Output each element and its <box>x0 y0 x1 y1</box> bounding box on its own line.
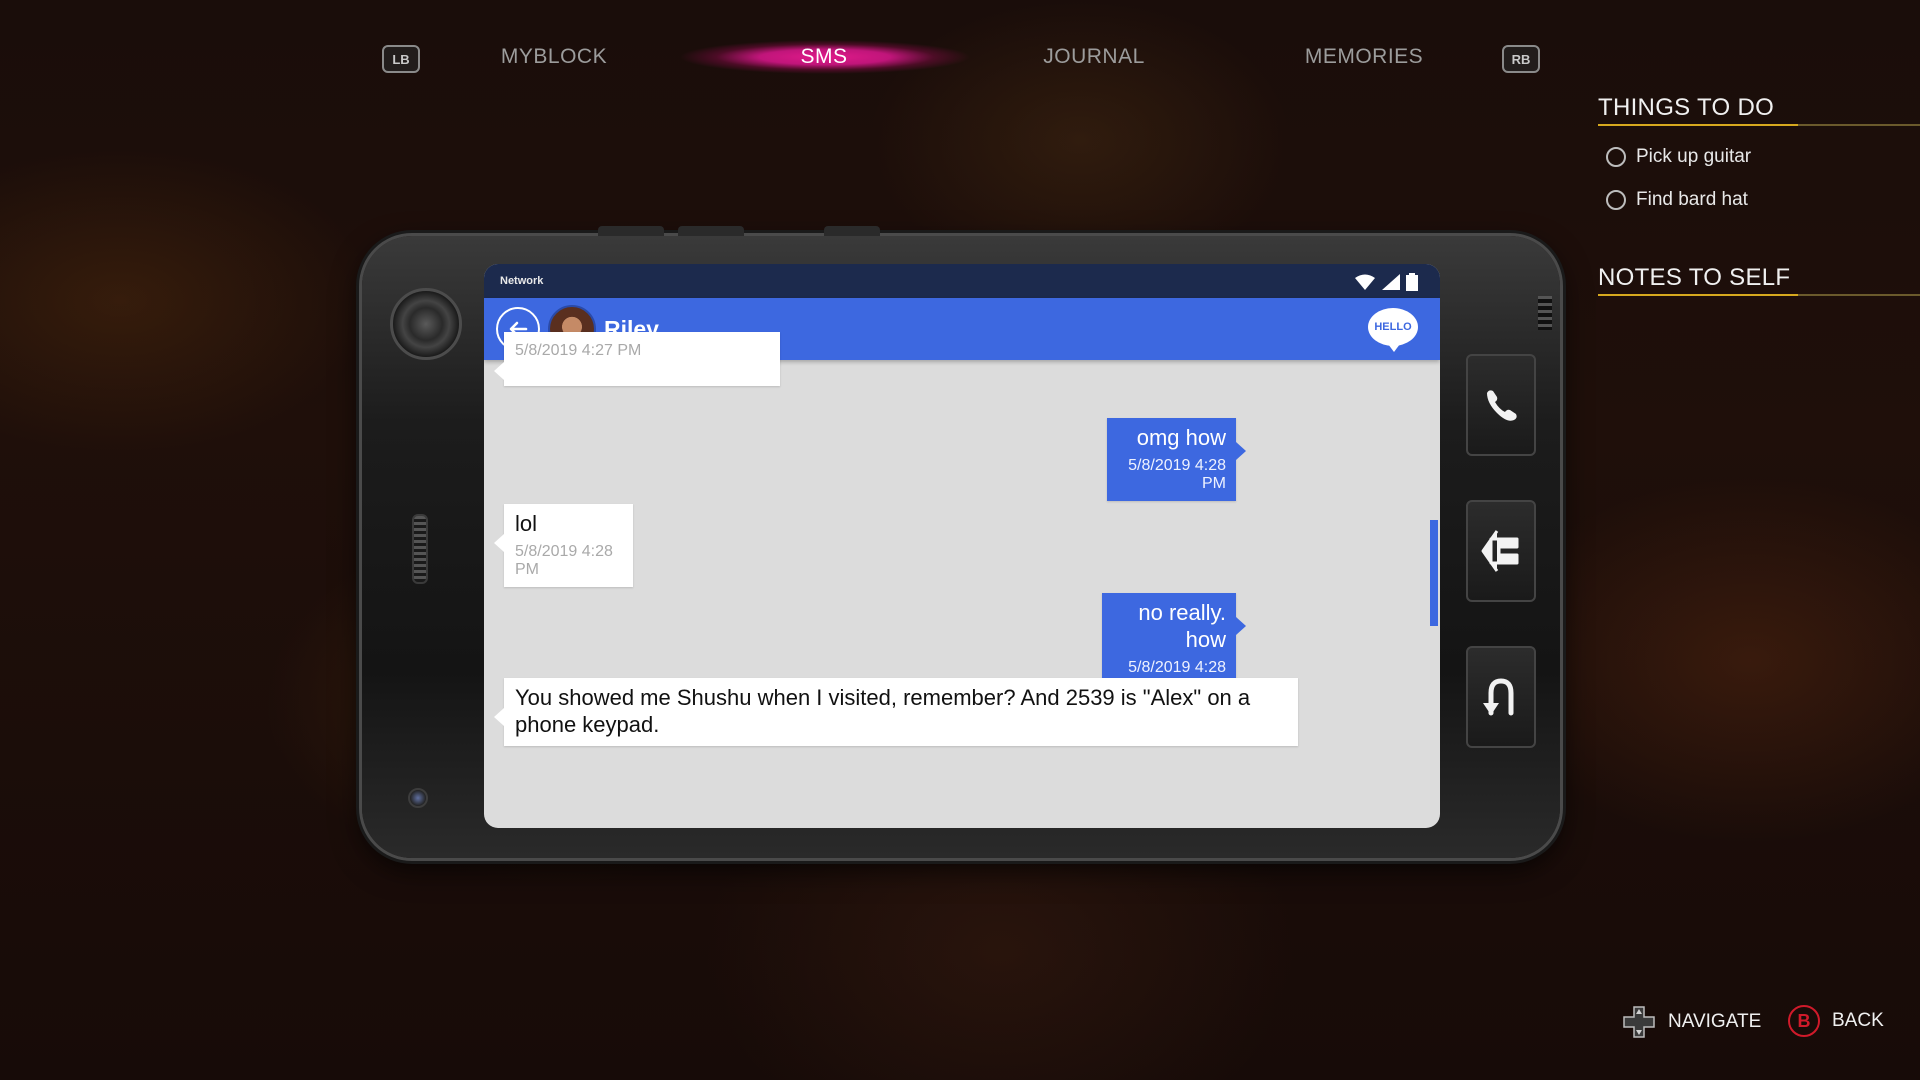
message-incoming: lol 5/8/2019 4:28 PM <box>494 504 633 587</box>
status-bar: Network <box>484 264 1440 298</box>
hello-badge-button[interactable]: HELLO <box>1368 308 1418 352</box>
message-outgoing: omg how 5/8/2019 4:28 PM <box>1107 418 1246 501</box>
rb-bumper-hint[interactable]: RB <box>1502 45 1540 73</box>
message-timestamp: 5/8/2019 4:28 PM <box>515 543 613 578</box>
message-text: lol <box>515 511 538 536</box>
sensor-dot <box>408 788 428 808</box>
message-text: omg how <box>1136 425 1226 450</box>
hang-up-button[interactable] <box>1466 500 1536 602</box>
navigate-hint: NAVIGATE <box>1622 1005 1761 1039</box>
camera-lens-icon <box>390 288 462 360</box>
phone-top-button <box>824 226 880 236</box>
u-turn-icon <box>1483 678 1514 716</box>
status-icons <box>1354 273 1418 291</box>
phone-top-button <box>598 226 664 236</box>
todo-item-label: Pick up guitar <box>1636 146 1752 167</box>
notes-to-self-title: NOTES TO SELF <box>1598 264 1920 296</box>
return-button[interactable] <box>1466 646 1536 748</box>
tab-journal[interactable]: JOURNAL <box>964 40 1224 74</box>
todo-item: Find bard hat <box>1606 186 1748 214</box>
checkbox-circle-icon <box>1606 190 1626 210</box>
phone-call-icon <box>1487 390 1517 421</box>
things-to-do-title: THINGS TO DO <box>1598 94 1920 126</box>
call-button[interactable] <box>1466 354 1536 456</box>
todo-item: Pick up guitar <box>1606 143 1751 171</box>
hang-up-icon <box>1481 530 1519 572</box>
tab-sms[interactable]: SMS <box>694 40 954 74</box>
todo-item-label: Find bard hat <box>1636 189 1748 210</box>
message-incoming: You showed me Shushu when I visited, rem… <box>494 678 1298 746</box>
tab-myblock[interactable]: MYBLOCK <box>424 40 684 74</box>
signal-icon <box>1382 274 1400 290</box>
battery-icon <box>1406 273 1418 291</box>
back-hint[interactable]: B BACK <box>1788 1005 1884 1037</box>
phone-device: Network Riley HELLO 5/8/2019 4:27 PM omg… <box>362 226 1560 858</box>
message-timestamp: 5/8/2019 4:27 PM <box>515 342 642 359</box>
tab-memories[interactable]: MEMORIES <box>1234 40 1494 74</box>
message-text: no really. how <box>1138 600 1226 652</box>
message-timestamp: 5/8/2019 4:28 PM <box>1128 457 1226 492</box>
checkbox-circle-icon <box>1606 147 1626 167</box>
side-grille <box>1538 296 1552 330</box>
b-button-icon: B <box>1788 1005 1820 1037</box>
dpad-icon <box>1623 1006 1655 1038</box>
message-text: You showed me Shushu when I visited, rem… <box>515 685 1251 737</box>
top-navigation: LB MYBLOCK SMS JOURNAL MEMORIES RB <box>0 0 1600 110</box>
network-label: Network <box>500 275 544 287</box>
lb-bumper-hint[interactable]: LB <box>382 45 420 73</box>
scroll-indicator[interactable] <box>1430 520 1438 626</box>
navigate-label: NAVIGATE <box>1668 1011 1762 1032</box>
phone-top-button <box>678 226 744 236</box>
message-incoming: 5/8/2019 4:27 PM <box>494 332 780 386</box>
phone-screen: Network Riley HELLO 5/8/2019 4:27 PM omg… <box>484 264 1440 828</box>
back-label: BACK <box>1832 1010 1884 1031</box>
speaker-grille <box>412 514 428 584</box>
message-list[interactable]: 5/8/2019 4:27 PM omg how 5/8/2019 4:28 P… <box>484 332 1440 828</box>
wifi-icon <box>1355 274 1375 290</box>
